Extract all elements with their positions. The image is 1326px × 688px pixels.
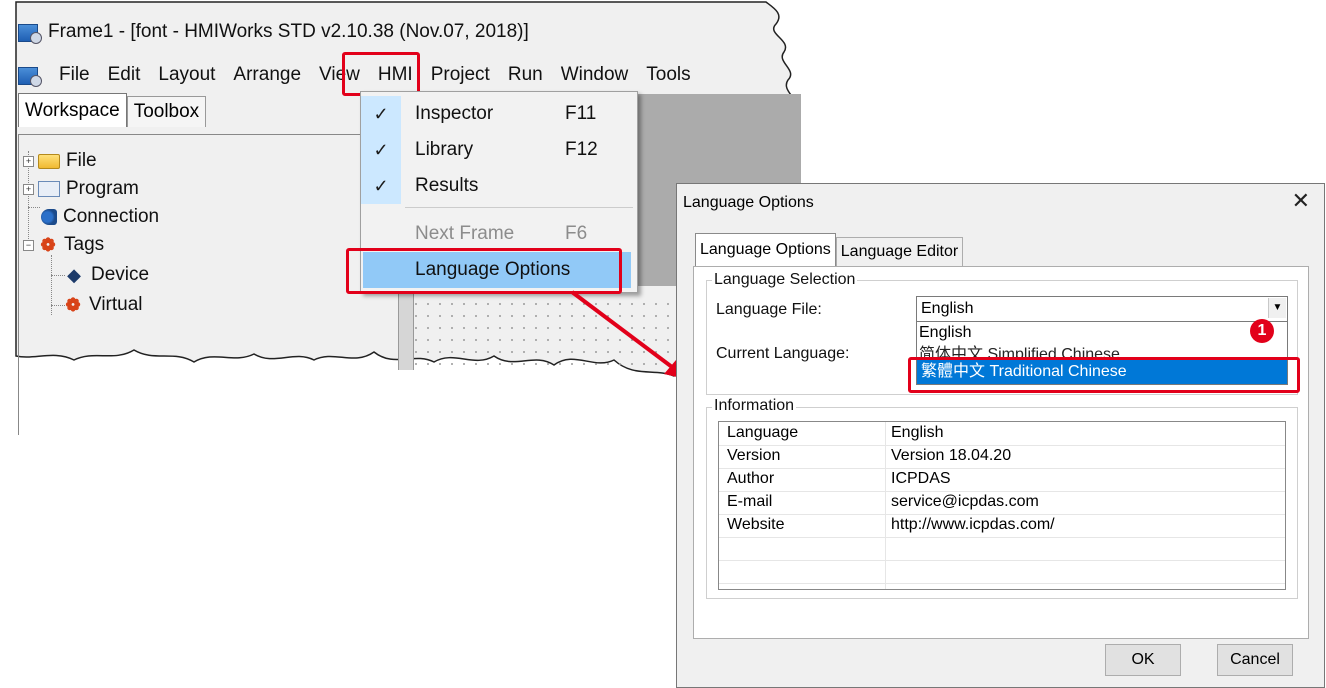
tree-item-label: Program — [66, 178, 139, 199]
language-dropdown-list: English 简体中文 Simplified Chinese 繁體中文 Tra… — [916, 321, 1288, 385]
dialog-title: Language Options — [683, 194, 814, 211]
menu-item-label: Language Options — [415, 259, 571, 280]
info-key: E-mail — [727, 493, 773, 510]
group-label: Language Selection — [712, 271, 858, 289]
option-traditional-chinese[interactable]: 繁體中文 Traditional Chinese — [917, 360, 1287, 384]
menu-edit[interactable]: Edit — [99, 62, 150, 88]
title-bar: Frame1 - [font - HMIWorks STD v2.10.38 (… — [14, 14, 774, 50]
check-icon: ✓ — [361, 96, 401, 132]
view-menu-dropdown: ✓ Inspector F11 ✓ Library F12 ✓ Results … — [360, 91, 638, 293]
check-icon: ✓ — [361, 132, 401, 168]
close-icon[interactable]: ✕ — [1292, 188, 1310, 214]
menu-item-shortcut: F11 — [565, 103, 597, 124]
menu-item-label: Results — [415, 175, 479, 196]
menu-bar: File Edit Layout Arrange View HMI Projec… — [14, 58, 804, 92]
menu-run[interactable]: Run — [499, 62, 552, 88]
info-key: Version — [727, 447, 781, 464]
tree-item-program[interactable]: + Program — [23, 175, 139, 203]
cancel-button[interactable]: Cancel — [1217, 644, 1293, 676]
info-row: Version Version 18.04.20 — [719, 445, 1285, 469]
device-icon: ◆ — [67, 265, 81, 285]
info-row: Language English — [719, 422, 1285, 446]
menu-arrange[interactable]: Arrange — [224, 62, 310, 88]
expand-icon[interactable]: + — [23, 183, 34, 195]
language-file-label: Language File: — [716, 301, 822, 318]
tab-workspace[interactable]: Workspace — [18, 93, 127, 127]
info-value: English — [891, 424, 944, 441]
tab-language-options[interactable]: Language Options — [695, 233, 836, 270]
ok-button[interactable]: OK — [1105, 644, 1181, 676]
check-icon: ✓ — [361, 168, 401, 204]
folder-icon — [38, 153, 60, 169]
menu-tools[interactable]: Tools — [637, 62, 699, 88]
info-value: ICPDAS — [891, 470, 951, 487]
tree-item-virtual[interactable]: ❁ Virtual — [63, 291, 143, 319]
group-label: Information — [712, 397, 797, 415]
collapse-icon[interactable]: − — [23, 239, 34, 251]
program-icon — [38, 181, 60, 197]
info-key: Author — [727, 470, 775, 487]
tree-item-device[interactable]: ◆ Device — [63, 261, 149, 289]
menu-item-language-options[interactable]: Language Options — [363, 252, 631, 288]
menu-item-inspector[interactable]: ✓ Inspector F11 — [361, 96, 637, 132]
workspace-tabs: Workspace Toolbox — [18, 93, 207, 127]
connection-icon — [41, 209, 57, 225]
language-file-combo[interactable]: English ▼ — [916, 296, 1288, 322]
language-options-page: Language Selection Language File: Englis… — [693, 266, 1309, 639]
menu-window[interactable]: Window — [552, 62, 638, 88]
info-value: service@icpdas.com — [891, 493, 1039, 510]
window-title: Frame1 - [font - HMIWorks STD v2.10.38 (… — [48, 21, 529, 42]
menu-file[interactable]: File — [50, 62, 99, 88]
virtual-tag-icon: ❁ — [65, 295, 81, 315]
menu-item-shortcut: F6 — [565, 223, 588, 244]
menu-item-shortcut: F12 — [565, 139, 598, 160]
menu-item-library[interactable]: ✓ Library F12 — [361, 132, 637, 168]
step-badge: 1 — [1250, 319, 1274, 343]
info-row: Website http://www.icpdas.com/ — [719, 514, 1285, 538]
menu-item-label: Library — [415, 139, 474, 160]
tree-item-label: File — [66, 150, 97, 171]
info-value: http://www.icpdas.com/ — [891, 516, 1055, 533]
info-row: E-mail service@icpdas.com — [719, 491, 1285, 515]
menu-item-results[interactable]: ✓ Results — [361, 168, 637, 204]
tab-language-editor[interactable]: Language Editor — [835, 237, 964, 268]
info-value: Version 18.04.20 — [891, 447, 1012, 464]
option-simplified-chinese[interactable]: 简体中文 Simplified Chinese — [919, 340, 1120, 363]
tree-item-connection[interactable]: Connection — [41, 203, 159, 231]
design-canvas-grid[interactable] — [410, 298, 710, 368]
info-row-empty — [719, 560, 1285, 584]
menu-item-label: Next Frame — [415, 223, 515, 244]
dialog-tabs: Language Options Language Editor — [695, 233, 964, 270]
menu-hmi[interactable]: HMI — [369, 62, 422, 88]
chevron-down-icon[interactable]: ▼ — [1268, 298, 1286, 318]
menu-layout[interactable]: Layout — [149, 62, 224, 88]
tree-item-file[interactable]: + File — [23, 147, 97, 175]
combo-value: English — [921, 300, 974, 317]
info-row: Author ICPDAS — [719, 468, 1285, 492]
menu-separator — [405, 207, 633, 208]
project-tree: + File + Program Connection − ❁ Tags ◆ D… — [18, 134, 399, 435]
app-menu-icon[interactable] — [18, 65, 42, 87]
tag-icon: ❁ — [40, 235, 56, 255]
app-icon — [18, 22, 42, 44]
menu-item-label: Inspector — [415, 103, 494, 124]
info-key: Website — [727, 516, 785, 533]
tab-toolbox[interactable]: Toolbox — [126, 96, 207, 127]
language-options-dialog: Language Options ✕ Language Options Lang… — [676, 183, 1325, 688]
tree-item-label: Virtual — [89, 294, 143, 315]
workspace-panel: Workspace Toolbox + File + Program Conne… — [14, 93, 399, 435]
menu-view[interactable]: View — [310, 62, 369, 88]
info-row-empty — [719, 537, 1285, 561]
tree-item-label: Device — [91, 264, 150, 285]
expand-icon[interactable]: + — [23, 155, 34, 167]
tree-item-label: Tags — [64, 234, 105, 255]
tree-item-label: Connection — [63, 206, 160, 227]
menu-project[interactable]: Project — [422, 62, 499, 88]
information-list: Language English Version Version 18.04.2… — [718, 421, 1286, 590]
menu-item-next-frame: Next Frame F6 — [361, 216, 637, 252]
current-language-label: Current Language: — [716, 345, 850, 362]
info-key: Language — [727, 424, 799, 441]
tree-item-tags[interactable]: − ❁ Tags — [23, 231, 104, 259]
